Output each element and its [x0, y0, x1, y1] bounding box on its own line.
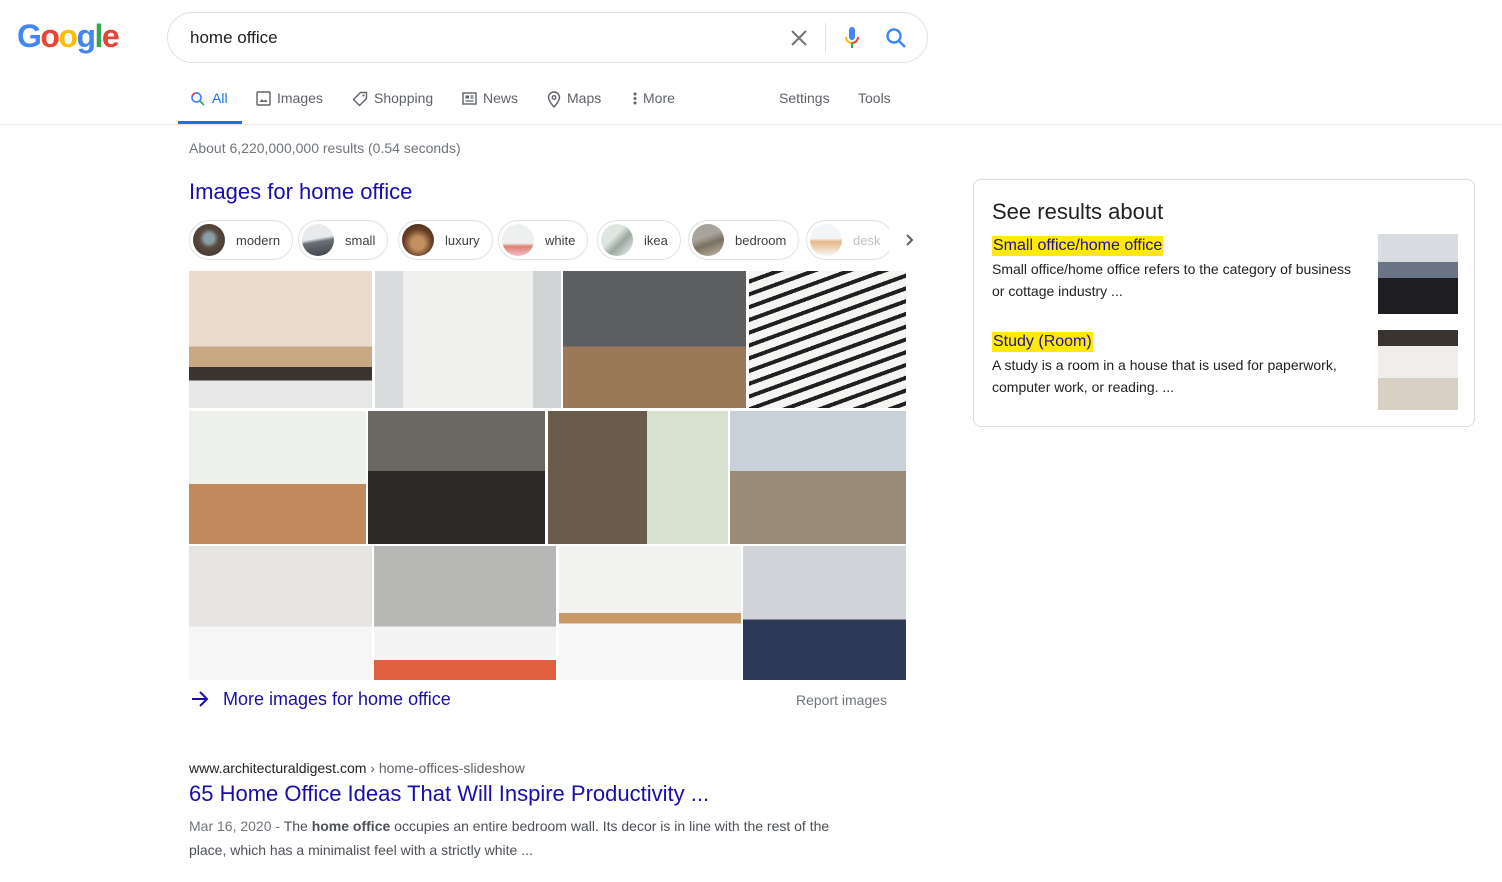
chip-thumbnail	[502, 224, 534, 256]
google-logo[interactable]: Google	[17, 18, 120, 55]
chip-thumbnail	[302, 224, 334, 256]
tag-icon	[352, 91, 368, 107]
image-result[interactable]	[189, 546, 372, 680]
tools-link[interactable]: Tools	[858, 85, 891, 124]
chip-bedroom[interactable]: bedroom	[688, 220, 800, 260]
result-stats: About 6,220,000,000 results (0.54 second…	[189, 140, 461, 156]
image-icon	[256, 91, 271, 106]
chip-thumbnail	[692, 224, 724, 256]
image-result[interactable]	[743, 546, 906, 680]
chip-label: bedroom	[735, 232, 787, 248]
logo-letter: l	[94, 18, 104, 54]
see-results-about-panel: See results about Small office/home offi…	[973, 179, 1475, 427]
logo-letter: G	[17, 18, 42, 54]
tab-label: All	[212, 90, 228, 106]
chip-thumbnail	[601, 224, 633, 256]
chip-label: white	[545, 232, 576, 248]
search-icon	[191, 92, 205, 106]
image-chips: modern small luxury white ikea bedroom d…	[189, 220, 889, 260]
chip-thumbnail	[810, 224, 842, 256]
chevron-right-icon[interactable]	[899, 230, 919, 250]
tab-label: Maps	[567, 90, 602, 106]
chip-small[interactable]: small	[298, 220, 389, 260]
close-icon[interactable]	[787, 26, 811, 50]
logo-letter: o	[58, 18, 78, 54]
more-images-link[interactable]: More images for home office	[189, 688, 451, 710]
chip-label: ikea	[644, 232, 668, 248]
image-result[interactable]	[189, 271, 372, 408]
search-input[interactable]	[190, 25, 750, 51]
image-result[interactable]	[368, 411, 545, 544]
tools-label: Tools	[858, 90, 891, 106]
report-images-link[interactable]: Report images	[796, 692, 887, 708]
image-result[interactable]	[563, 271, 746, 408]
tab-images[interactable]: Images	[256, 85, 323, 124]
newspaper-icon	[462, 92, 477, 105]
tab-news[interactable]: News	[462, 85, 518, 124]
settings-label: Settings	[779, 90, 830, 106]
image-result[interactable]	[749, 271, 906, 408]
chip-thumbnail	[402, 224, 434, 256]
tab-maps[interactable]: Maps	[547, 85, 601, 124]
snippet-text: The	[283, 818, 312, 834]
chip-ikea[interactable]: ikea	[597, 220, 681, 260]
tab-label: More	[643, 90, 675, 106]
image-result[interactable]	[730, 411, 906, 544]
tab-shopping[interactable]: Shopping	[352, 85, 433, 124]
more-images-label: More images for home office	[223, 688, 451, 709]
result-domain: www.architecturaldigest.com	[189, 760, 367, 776]
chip-label: desk	[853, 232, 881, 248]
search-icon[interactable]	[884, 26, 908, 50]
search-box	[167, 12, 928, 63]
result-title-link[interactable]: 65 Home Office Ideas That Will Inspire P…	[189, 781, 709, 807]
divider	[825, 23, 826, 53]
tab-label: News	[483, 90, 519, 106]
settings-link[interactable]: Settings	[779, 85, 830, 124]
microphone-icon[interactable]	[840, 26, 864, 50]
chip-desk[interactable]: desk	[806, 220, 889, 260]
tab-label: Shopping	[374, 90, 434, 106]
panel-item-image[interactable]	[1378, 330, 1458, 410]
panel-item-title-link[interactable]: Study (Room)	[992, 332, 1093, 352]
images-heading-link[interactable]: Images for home office	[189, 179, 412, 205]
result-url[interactable]: www.architecturaldigest.com › home-offic…	[189, 760, 525, 776]
result-snippet: Mar 16, 2020 - The home office occupies …	[189, 814, 859, 862]
result-date: Mar 16, 2020 -	[189, 818, 284, 834]
image-result[interactable]	[375, 271, 561, 408]
panel-item-title-link[interactable]: Small office/home office	[992, 236, 1164, 256]
panel-item-description: A study is a room in a house that is use…	[992, 357, 1337, 395]
tab-label: Images	[277, 90, 323, 106]
image-result[interactable]	[559, 546, 741, 680]
panel-item-image[interactable]	[1378, 234, 1458, 314]
result-path: › home-offices-slideshow	[366, 760, 525, 776]
chip-white[interactable]: white	[498, 220, 589, 260]
more-vert-icon	[633, 92, 637, 105]
logo-letter: e	[101, 18, 120, 54]
chip-modern[interactable]: modern	[189, 220, 294, 260]
chip-label: modern	[236, 232, 281, 248]
chip-label: luxury	[445, 232, 480, 248]
tab-all[interactable]: All	[178, 85, 242, 124]
image-result[interactable]	[189, 411, 366, 544]
chip-label: small	[345, 232, 376, 248]
tab-more[interactable]: More	[632, 85, 675, 124]
logo-letter: g	[76, 18, 96, 54]
snippet-bold: home office	[311, 818, 391, 834]
chip-thumbnail	[193, 224, 225, 256]
logo-letter: o	[40, 18, 60, 54]
arrow-right-icon	[192, 691, 209, 707]
chip-luxury[interactable]: luxury	[398, 220, 493, 260]
image-result[interactable]	[374, 546, 556, 680]
image-result[interactable]	[548, 411, 728, 544]
header-divider	[0, 124, 1502, 125]
panel-title: See results about	[992, 199, 1164, 224]
map-pin-icon	[547, 91, 561, 108]
panel-item-description: Small office/home office refers to the c…	[992, 261, 1352, 299]
